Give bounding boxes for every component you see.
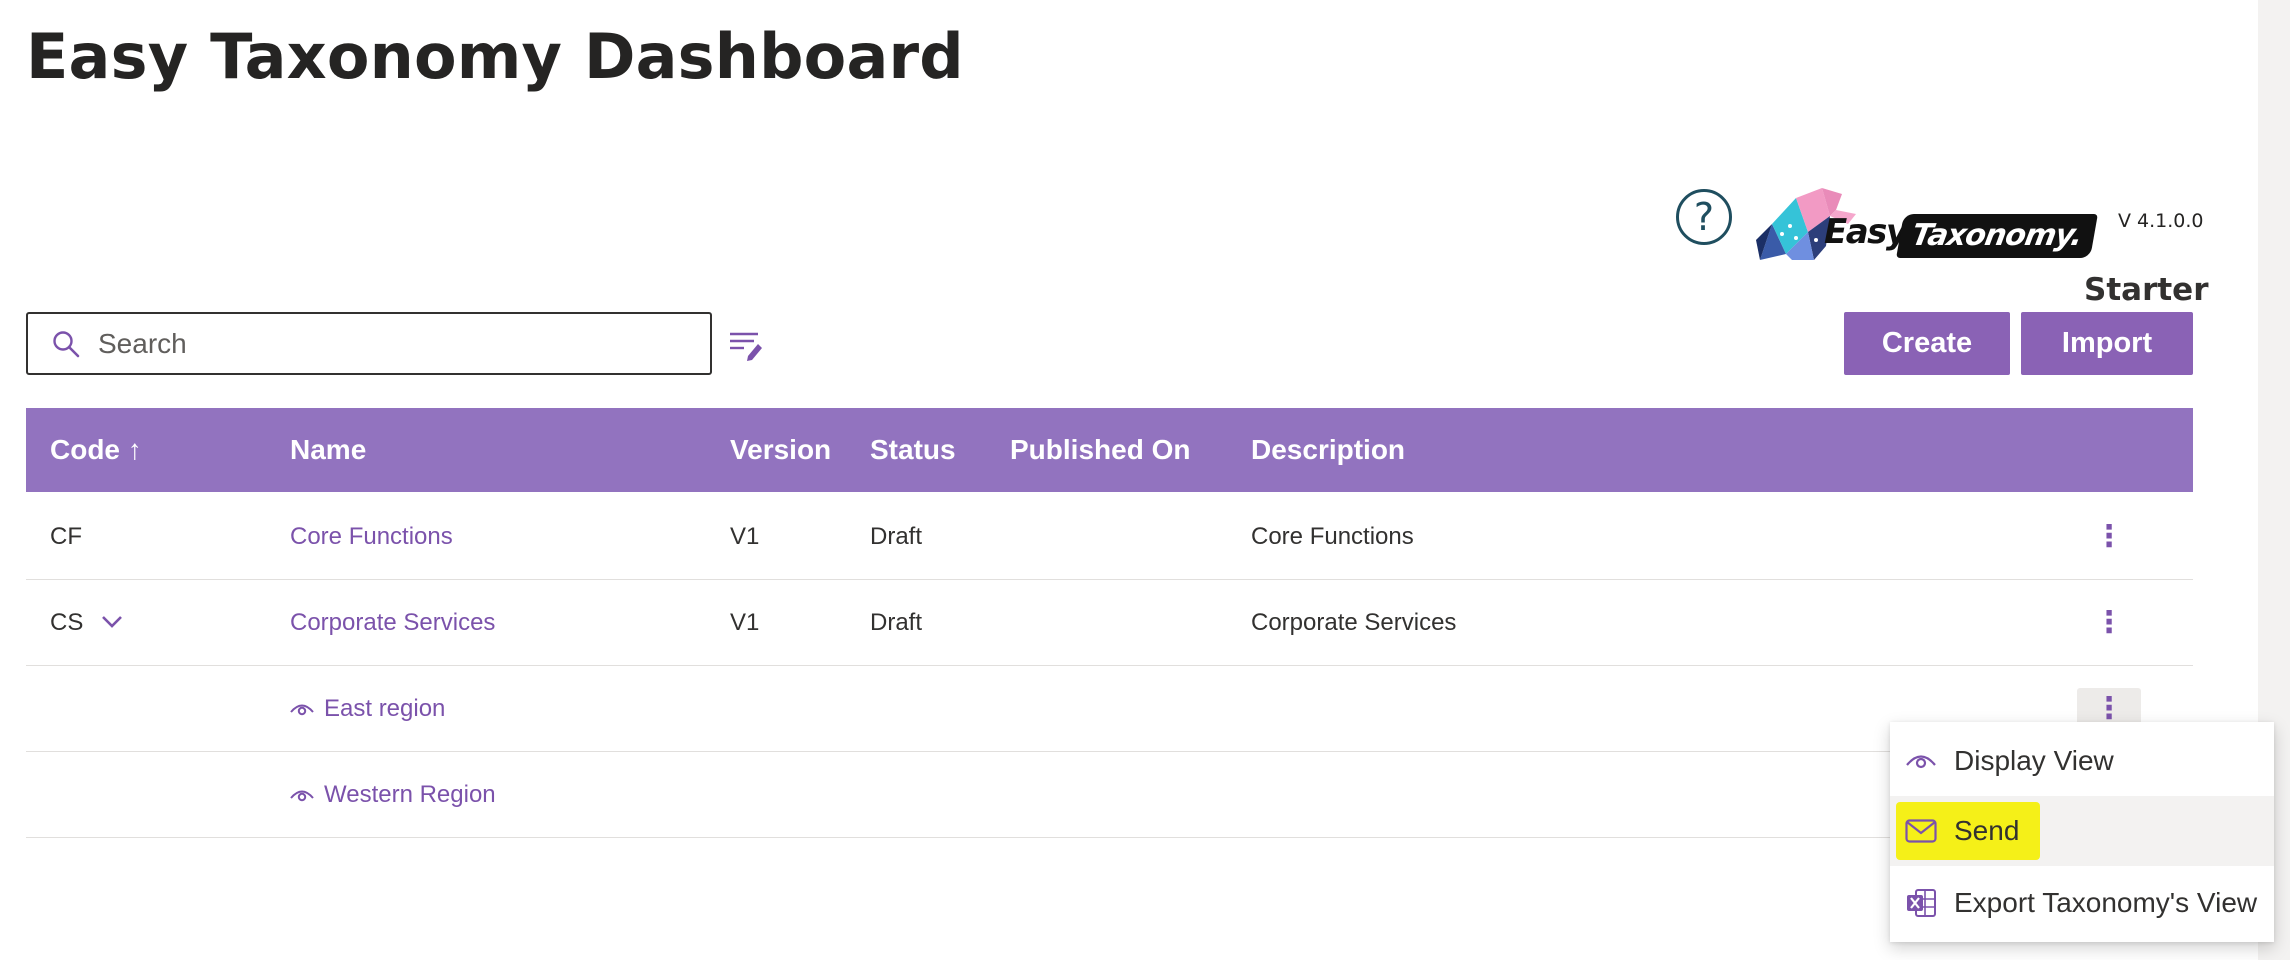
filter-edit-icon[interactable] [728,328,762,362]
logo-text-easy: Easy [1824,212,1908,252]
table-header: Code ↑ Name Version Status Published On … [26,408,2193,492]
column-header-name[interactable]: Name [290,408,366,492]
eye-icon [1904,744,1938,778]
search-icon [53,330,80,357]
version-label: V 4.1.0.0 [2118,210,2204,232]
row-description: Core Functions [1251,523,1414,550]
chevron-down-icon[interactable] [100,610,124,634]
column-header-version[interactable]: Version [730,408,831,492]
row-version: V1 [730,609,760,636]
mail-icon [1904,814,1938,848]
menu-item-display-view[interactable]: Display View [1890,726,2274,796]
excel-icon [1904,886,1938,920]
row-name-link[interactable]: Corporate Services [290,580,495,666]
table-row: CF Core Functions V1 Draft Core Function… [26,494,2193,580]
row-status: Draft [870,609,923,636]
plan-label: Starter [2084,272,2209,308]
column-header-status[interactable]: Status [870,408,956,492]
more-vertical-icon: ⋮ [2094,605,2124,640]
column-header-code[interactable]: Code ↑ [50,408,142,492]
question-mark-icon: ? [1693,195,1715,239]
view-link-western-region[interactable]: Western Region [290,752,496,838]
help-button[interactable]: ? [1676,189,1732,245]
row-code: CF [50,523,82,550]
eye-icon [290,790,314,802]
logo-text-taxonomy: Taxonomy. [1896,214,2098,258]
column-header-description[interactable]: Description [1251,408,1405,492]
column-header-published-on[interactable]: Published On [1010,408,1190,492]
eye-icon [290,704,314,716]
import-button[interactable]: Import [2021,312,2193,375]
view-link-east-region[interactable]: East region [290,666,445,752]
row-status: Draft [870,523,923,550]
search-box[interactable] [26,312,712,375]
page-title: Easy Taxonomy Dashboard [26,20,964,93]
more-vertical-icon: ⋮ [2094,519,2124,554]
create-button[interactable]: Create [1844,312,2010,375]
row-description: Corporate Services [1251,609,1457,636]
row-more-button[interactable]: ⋮ [2077,516,2141,558]
more-vertical-icon: ⋮ [2094,691,2124,726]
view-name: Western Region [324,781,496,808]
row-more-button[interactable]: ⋮ [2077,602,2141,644]
row-name-link[interactable]: Core Functions [290,494,453,580]
easy-taxonomy-logo: Easy Taxonomy. [1752,180,2112,264]
view-row: Western Region [26,752,2193,838]
menu-item-send[interactable]: Send [1890,796,2274,866]
row-code: CS [50,609,84,636]
menu-item-export-taxonomy-view[interactable]: Export Taxonomy's View [1890,868,2274,938]
menu-item-label: Send [1954,815,2020,846]
table-row: CS Corporate Services V1 Draft Corporate… [26,580,2193,666]
menu-item-label: Display View [1954,745,2114,776]
search-input[interactable] [98,327,678,360]
view-name: East region [324,695,446,722]
view-row: East region ⋮ [26,666,2193,752]
view-context-menu: Display View Send Export Taxonomy's View [1890,722,2274,942]
menu-item-label: Export Taxonomy's View [1954,887,2258,918]
row-version: V1 [730,523,760,550]
